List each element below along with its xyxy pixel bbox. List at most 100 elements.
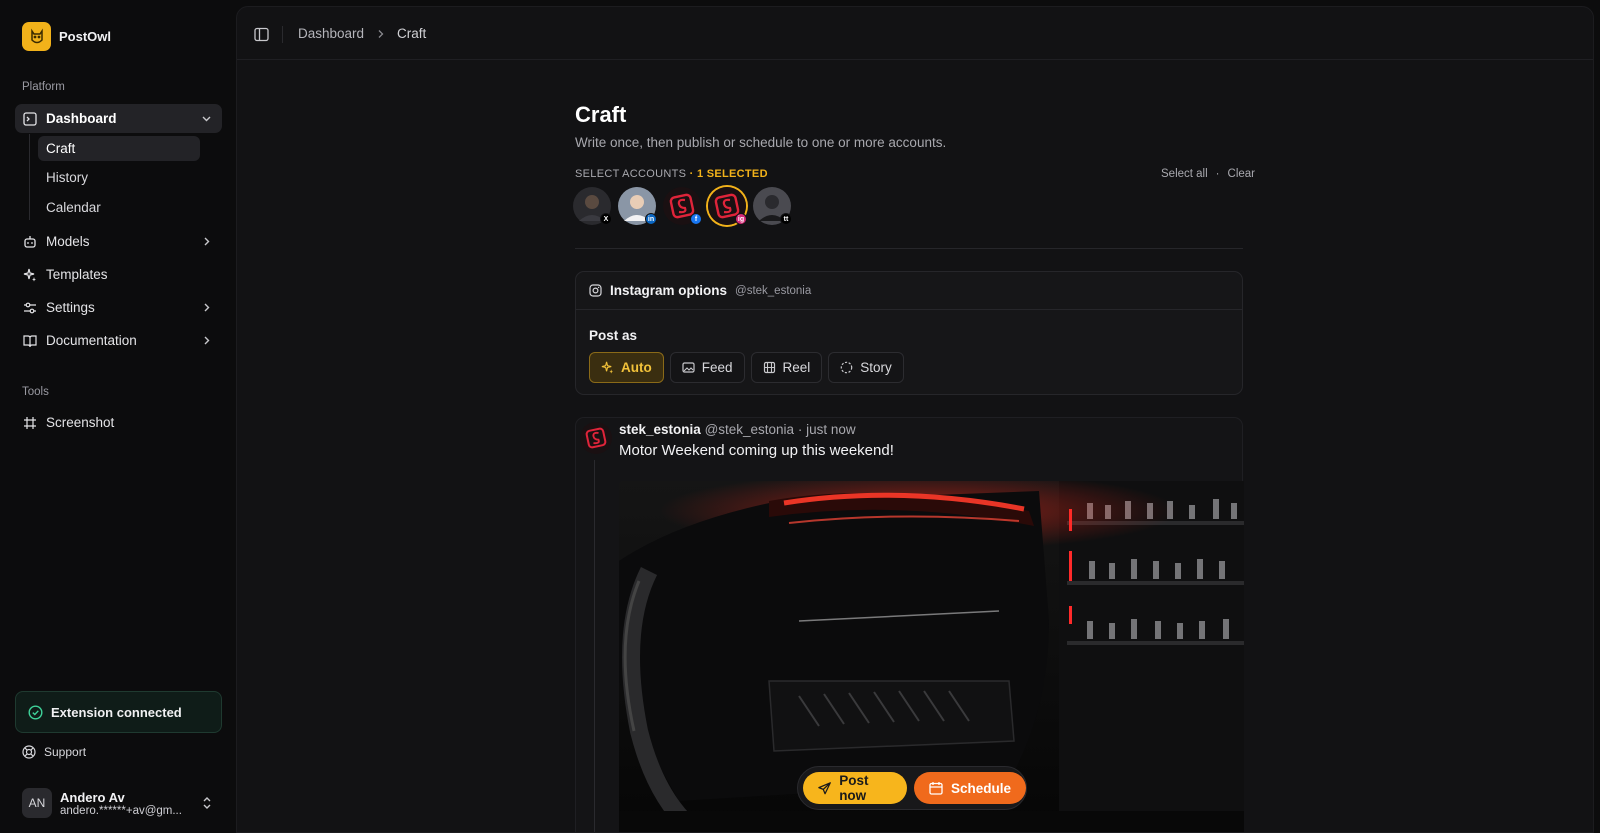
linkedin-badge-icon: in	[645, 213, 657, 225]
sidebar-subitem-craft[interactable]: Craft	[38, 136, 200, 161]
story-icon	[840, 361, 853, 374]
account-facebook[interactable]: f	[663, 187, 702, 225]
post-as-label: Post as	[589, 328, 638, 343]
breadcrumb-craft: Craft	[397, 26, 427, 41]
option-label: Auto	[621, 360, 652, 375]
chevron-right-icon	[204, 237, 210, 246]
sidebar-item-label: Models	[46, 234, 90, 249]
tools-group-label: Tools	[22, 386, 49, 398]
account-tiktok[interactable]: tt	[753, 187, 792, 225]
instagram-options-card: Instagram options @stek_estonia Post as …	[575, 271, 1243, 395]
user-menu[interactable]: AN Andero Av andero.******+av@gm...	[22, 786, 222, 820]
sidebar: PostOwl Platform Dashboard Craft History…	[0, 0, 236, 833]
sidebar-item-label: Documentation	[46, 333, 137, 348]
extension-status: Extension connected	[15, 691, 222, 733]
select-all-button[interactable]: Select all	[1161, 168, 1208, 180]
account-x[interactable]: X	[573, 187, 612, 225]
section-divider	[575, 248, 1243, 249]
post-as-feed-button[interactable]: Feed	[669, 352, 745, 383]
user-email: andero.******+av@gm...	[60, 804, 182, 817]
post-as-auto-button[interactable]: Auto	[589, 352, 664, 383]
sparkles-icon	[601, 361, 614, 374]
support-link[interactable]: Support	[22, 745, 86, 759]
post-now-button[interactable]: Post now	[803, 772, 907, 804]
topbar: Dashboard Craft	[237, 7, 1593, 60]
sidebar-item-label: Dashboard	[46, 111, 117, 126]
select-accounts-label: SELECT ACCOUNTS · 1 SELECTED	[575, 168, 768, 180]
instagram-icon	[589, 284, 602, 297]
account-linkedin[interactable]: in	[618, 187, 657, 225]
sidebar-item-documentation[interactable]: Documentation	[15, 326, 222, 355]
sidebar-toggle-icon[interactable]	[254, 27, 269, 42]
breadcrumb: Dashboard Craft	[298, 26, 426, 41]
post-text: Motor Weekend coming up this weekend!	[619, 442, 894, 459]
post-meta: stek_estonia @stek_estonia · just now	[619, 422, 856, 437]
publish-actions: Post now Schedule	[797, 766, 1027, 810]
chevrons-up-down-icon	[203, 797, 211, 809]
book-icon	[23, 334, 37, 347]
sidebar-item-screenshot[interactable]: Screenshot	[15, 408, 222, 437]
option-label: Story	[860, 360, 892, 375]
post-now-label: Post now	[839, 773, 869, 803]
settings-icon	[24, 302, 36, 313]
film-icon	[763, 361, 775, 374]
platform-group-label: Platform	[22, 81, 65, 93]
stek-logo-icon	[585, 427, 607, 449]
account-picker: X in f ig tt	[573, 187, 792, 225]
sparkles-icon	[23, 268, 36, 281]
sidebar-subitem-calendar[interactable]: Calendar	[38, 195, 200, 220]
chevron-down-icon	[202, 116, 211, 122]
post-as-options: Auto Feed Reel Story	[589, 352, 904, 383]
sidebar-item-models[interactable]: Models	[15, 227, 222, 256]
selected-count: · 1 SELECTED	[689, 168, 768, 180]
sidebar-subitem-history[interactable]: History	[38, 165, 200, 190]
facebook-badge-icon: f	[690, 213, 702, 225]
select-accounts-text: SELECT ACCOUNTS	[575, 168, 687, 180]
avatar: AN	[22, 788, 52, 818]
topbar-divider	[282, 26, 283, 43]
sidebar-item-dashboard[interactable]: Dashboard	[15, 104, 222, 133]
sidebar-item-settings[interactable]: Settings	[15, 293, 222, 322]
frame-icon	[24, 416, 36, 429]
check-circle-icon	[28, 704, 43, 720]
account-instagram[interactable]: ig	[708, 187, 747, 225]
instagram-options-title: Instagram options	[610, 283, 728, 298]
post-as-story-button[interactable]: Story	[828, 352, 904, 383]
app-name: PostOwl	[59, 29, 112, 44]
sidebar-item-templates[interactable]: Templates	[15, 260, 222, 289]
image-icon	[682, 362, 695, 373]
post-as-reel-button[interactable]: Reel	[750, 352, 823, 383]
calendar-icon	[929, 782, 943, 795]
models-icon	[24, 235, 36, 248]
owl-logo-icon	[22, 22, 51, 51]
main-panel: Dashboard Craft Craft Write once, then p…	[236, 6, 1594, 833]
schedule-label: Schedule	[950, 780, 1011, 796]
thread-line	[594, 460, 595, 832]
tiktok-badge-icon: tt	[780, 213, 792, 225]
clear-button[interactable]: Clear	[1228, 168, 1255, 180]
schedule-button[interactable]: Schedule	[913, 772, 1026, 804]
user-info: Andero Av andero.******+av@gm...	[60, 790, 182, 817]
instagram-options-header: Instagram options @stek_estonia	[576, 272, 1242, 310]
breadcrumb-dashboard[interactable]: Dashboard	[298, 26, 364, 41]
x-badge-icon: X	[600, 213, 612, 225]
post-time: · just now	[797, 422, 856, 437]
user-name: Andero Av	[60, 789, 125, 805]
submenu-line	[29, 134, 30, 220]
post-author-handle: @stek_estonia	[704, 422, 795, 437]
selection-actions: Select all · Clear	[1161, 168, 1255, 180]
chevron-right-icon	[204, 336, 210, 345]
post-avatar	[580, 422, 612, 454]
brand[interactable]: PostOwl	[22, 22, 111, 51]
separator-dot: ·	[1215, 168, 1220, 180]
app-root: PostOwl Platform Dashboard Craft History…	[0, 0, 1600, 833]
option-label: Reel	[782, 360, 811, 375]
lifebuoy-icon	[22, 745, 36, 759]
extension-status-label: Extension connected	[51, 704, 182, 720]
sidebar-item-label: Screenshot	[46, 415, 115, 430]
send-icon	[818, 781, 831, 794]
chevron-right-icon	[378, 29, 384, 38]
page-subtitle: Write once, then publish or schedule to …	[575, 135, 947, 150]
post-author-name: stek_estonia	[619, 422, 701, 437]
instagram-handle: @stek_estonia	[735, 284, 812, 297]
